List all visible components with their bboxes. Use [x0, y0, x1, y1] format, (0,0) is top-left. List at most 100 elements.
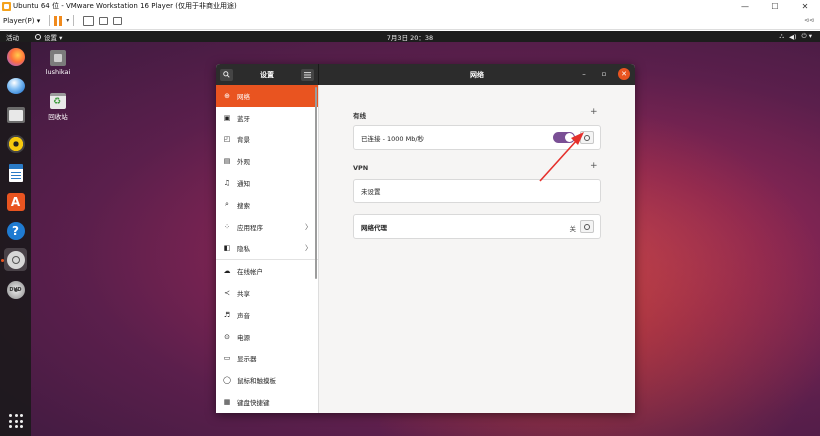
- dock-item-writer[interactable]: [4, 161, 27, 184]
- gnome-topbar: 活动 设置 ▾ 7月3日 20：38 ⛬ ◀) ⏻ ▾: [0, 31, 820, 42]
- show-applications-icon[interactable]: [9, 414, 23, 428]
- ubuntu-desktop: 活动 设置 ▾ 7月3日 20：38 ⛬ ◀) ⏻ ▾ A ? DVD lush…: [0, 31, 820, 436]
- vpn-section-title: VPN: [353, 164, 369, 172]
- maximize-icon[interactable]: ☐: [760, 0, 790, 12]
- app-menu-button[interactable]: 设置 ▾: [35, 32, 62, 42]
- display-icon: ▭: [223, 354, 231, 363]
- sidebar-item-notification[interactable]: ♫ 通知: [216, 172, 318, 194]
- settings-icon: [6, 250, 25, 269]
- sidebar-item-label: 键盘快捷键: [237, 399, 270, 408]
- software-icon: A: [6, 192, 25, 211]
- sidebar-item-background[interactable]: ◰ 背景: [216, 129, 318, 151]
- dock-item-dvd[interactable]: DVD: [4, 278, 27, 301]
- sidebar-item-mouse[interactable]: ◯ 鼠标和触摸板: [216, 369, 318, 391]
- sidebar-item-label: 通知: [237, 180, 250, 189]
- dock-item-firefox[interactable]: [4, 45, 27, 68]
- chevron-right-icon: 〉: [305, 244, 312, 253]
- add-vpn-button[interactable]: +: [590, 161, 598, 171]
- sidebar-item-label: 在线帐户: [237, 268, 263, 277]
- sidebar-item-sharing[interactable]: ≺ 共享: [216, 282, 318, 304]
- search-icon: [223, 71, 230, 78]
- add-wired-button[interactable]: +: [590, 107, 598, 117]
- sidebar-item-network[interactable]: ⊕ 网络: [216, 85, 318, 107]
- sidebar-item-label: 蓝牙: [237, 114, 250, 123]
- fullscreen-icon[interactable]: [113, 16, 123, 25]
- window-title: Ubuntu 64 位 - VMware Workstation 16 Play…: [13, 2, 237, 10]
- pause-icon[interactable]: [54, 15, 63, 26]
- window-maximize-button[interactable]: ▫: [598, 68, 610, 80]
- minimize-icon[interactable]: —: [730, 0, 760, 12]
- dock-item-help[interactable]: ?: [4, 219, 27, 242]
- sidebar-item-sound[interactable]: ♬ 声音: [216, 304, 318, 326]
- settings-sidebar: ⊕ 网络 ▣ 蓝牙 ◰ 背景 ▤ 外观 ♫ 通知 ⌕ 搜索 ⁘ 应用程序〉 ◧ 隐私〉 ☁ 在线帐户 ≺ 共享 ♬ 声音 ⊙…: [216, 85, 319, 413]
- notification-icon: ♫: [223, 179, 231, 188]
- wired-status: 已连接 - 1000 Mb/秒: [361, 134, 425, 143]
- sidebar-item-appearance[interactable]: ▤ 外观: [216, 150, 318, 172]
- close-icon[interactable]: ✕: [790, 0, 820, 12]
- files-icon: [6, 106, 25, 123]
- sidebar-item-keyboard[interactable]: ▦ 键盘快捷键: [216, 391, 318, 413]
- privacy-icon: ◧: [223, 244, 231, 253]
- sidebar-scrollbar[interactable]: [315, 87, 317, 279]
- sidebar-item-display[interactable]: ▭ 显示器: [216, 348, 318, 370]
- minimize-icon: –: [582, 70, 586, 78]
- toolbar-divider: [49, 15, 51, 26]
- pause-dropdown-icon[interactable]: ▾: [66, 17, 69, 24]
- dock: A ? DVD: [0, 42, 31, 436]
- mouse-icon: ◯: [223, 376, 231, 385]
- hamburger-icon: [304, 71, 311, 78]
- network-status-icon[interactable]: ⛬: [779, 32, 784, 41]
- window-close-button[interactable]: ✕: [618, 68, 630, 80]
- dock-item-files[interactable]: [4, 103, 27, 126]
- desktop-icon-home[interactable]: lushikai: [38, 50, 78, 76]
- dock-item-rhythmbox[interactable]: [4, 132, 27, 155]
- desktop-icon-trash[interactable]: 回收站: [38, 93, 78, 121]
- wired-settings-button[interactable]: [580, 131, 594, 144]
- dock-item-software[interactable]: A: [4, 190, 27, 213]
- volume-icon[interactable]: ◀): [789, 33, 797, 41]
- dock-item-thunderbird[interactable]: [4, 74, 27, 97]
- menu-button[interactable]: [301, 68, 314, 81]
- system-tray[interactable]: ⛬ ◀) ⏻ ▾: [779, 32, 812, 41]
- vpn-row: 未设置: [353, 179, 601, 203]
- sidebar-item-search[interactable]: ⌕ 搜索: [216, 194, 318, 216]
- sidebar-item-label: 外观: [237, 158, 250, 167]
- toolbar-collapse-icon[interactable]: ⊲⊲: [804, 17, 814, 24]
- chevron-right-icon: 〉: [305, 222, 312, 231]
- rhythmbox-icon: [6, 134, 25, 153]
- firefox-icon: [6, 47, 25, 66]
- player-menu-button[interactable]: Player(P) ▾: [3, 17, 40, 25]
- clock[interactable]: 7月3日 20：38: [387, 34, 433, 42]
- unity-mode-icon[interactable]: [99, 16, 109, 25]
- thunderbird-icon: [6, 77, 25, 94]
- sidebar-item-label: 网络: [237, 92, 250, 101]
- window-minimize-button[interactable]: –: [578, 68, 590, 80]
- power-icon: ⊙: [224, 332, 230, 341]
- sharing-icon: ≺: [224, 289, 230, 298]
- sidebar-item-bluetooth[interactable]: ▣ 蓝牙: [216, 107, 318, 129]
- trash-icon: [50, 93, 66, 109]
- wired-toggle[interactable]: [553, 132, 575, 143]
- power-menu-icon[interactable]: ⏻ ▾: [802, 32, 812, 41]
- writer-icon: [8, 163, 23, 182]
- search-button[interactable]: [220, 68, 233, 81]
- send-ctrl-alt-del-icon[interactable]: [83, 15, 95, 26]
- sidebar-item-apps[interactable]: ⁘ 应用程序 〉: [216, 216, 318, 238]
- settings-window: 设置 网络 – ▫ ✕ ⊕ 网络 ▣ 蓝牙 ◰ 背景 ▤ 外观 ♫ 通知 ⌕ 搜索 ⁘ 应用程序〉 ◧ 隐私〉…: [216, 64, 635, 413]
- appearance-icon: ▤: [223, 157, 231, 166]
- sidebar-item-privacy[interactable]: ◧ 隐私 〉: [216, 238, 318, 260]
- proxy-title: 网络代理: [361, 223, 387, 232]
- dock-item-settings[interactable]: [4, 248, 27, 271]
- sidebar-item-power[interactable]: ⊙ 电源: [216, 326, 318, 348]
- network-panel: 有线 + 已连接 - 1000 Mb/秒 VPN + 未设置 网络代理 关: [319, 85, 635, 413]
- proxy-settings-button[interactable]: [580, 220, 594, 233]
- proxy-row[interactable]: 网络代理 关: [353, 214, 601, 239]
- activities-button[interactable]: 活动: [6, 32, 19, 42]
- keyboard-icon: ▦: [223, 398, 231, 407]
- search-icon: ⌕: [225, 200, 229, 209]
- online-accounts-icon: ☁: [223, 267, 231, 276]
- sidebar-item-online-accounts[interactable]: ☁ 在线帐户: [216, 260, 318, 282]
- headerbar: 设置 网络 – ▫ ✕: [216, 64, 635, 85]
- toolbar-divider: [73, 15, 75, 26]
- close-icon: ✕: [621, 70, 627, 78]
